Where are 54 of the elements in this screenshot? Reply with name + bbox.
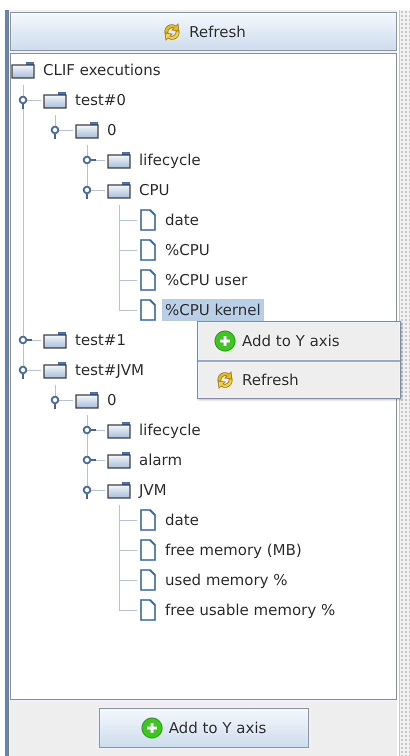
folder-icon	[43, 331, 67, 349]
tree-node[interactable]: test#0	[72, 89, 129, 111]
tree-node[interactable]: JVM	[136, 479, 170, 501]
document-icon	[139, 239, 157, 261]
document-icon	[139, 299, 157, 321]
document-icon	[139, 599, 157, 621]
tree-node[interactable]: %CPU kernel	[162, 299, 264, 321]
tree-node[interactable]: test#JVM	[72, 359, 148, 381]
tree-node[interactable]: free memory (MB)	[162, 539, 305, 561]
tree-node[interactable]: used memory %	[162, 569, 291, 591]
folder-icon	[107, 451, 131, 469]
folder-icon	[75, 391, 99, 409]
tree-node[interactable]: date	[162, 509, 202, 531]
folder-icon	[107, 421, 131, 439]
expand-handle-icon[interactable]	[18, 335, 32, 345]
tree-node[interactable]: 0	[104, 389, 120, 411]
tree-node[interactable]: test#1	[72, 329, 129, 351]
expand-handle-icon[interactable]	[82, 155, 96, 165]
expand-handle-icon[interactable]	[82, 185, 92, 199]
folder-icon	[107, 151, 131, 169]
document-icon	[139, 569, 157, 591]
expand-handle-icon[interactable]	[50, 125, 60, 139]
document-icon	[139, 509, 157, 531]
tree-node[interactable]: %CPU user	[162, 269, 250, 291]
add-to-y-axis-button[interactable]: Add to Y axis	[98, 708, 308, 748]
folder-icon	[75, 121, 99, 139]
tree-node[interactable]: date	[162, 209, 202, 231]
tree-node[interactable]: free usable memory %	[162, 599, 338, 621]
folder-icon	[11, 61, 35, 79]
folder-icon	[43, 361, 67, 379]
menu-item[interactable]: Add to Y axis	[198, 322, 400, 360]
tree-node[interactable]: 0	[104, 119, 120, 141]
folder-icon	[107, 481, 131, 499]
refresh-button[interactable]: Refresh	[10, 12, 397, 51]
add-icon	[140, 717, 163, 739]
document-icon	[139, 209, 157, 231]
add-icon	[214, 330, 236, 352]
folder-icon	[43, 91, 67, 109]
tree-node[interactable]: lifecycle	[136, 149, 204, 171]
tree-node[interactable]: %CPU	[162, 239, 213, 261]
menu-item[interactable]: Refresh	[198, 360, 400, 398]
tree-node[interactable]: lifecycle	[136, 419, 204, 441]
expand-handle-icon[interactable]	[18, 95, 28, 109]
tree-node[interactable]: CPU	[136, 179, 172, 201]
folder-icon	[107, 181, 131, 199]
expand-handle-icon[interactable]	[82, 485, 92, 499]
expand-handle-icon[interactable]	[82, 455, 96, 465]
expand-handle-icon[interactable]	[50, 395, 60, 409]
expand-handle-icon[interactable]	[82, 425, 96, 435]
document-icon	[139, 539, 157, 561]
document-icon	[139, 269, 157, 291]
expand-handle-icon[interactable]	[18, 365, 28, 379]
tree-node[interactable]: alarm	[136, 449, 186, 471]
tree-node[interactable]: CLIF executions	[40, 59, 164, 81]
